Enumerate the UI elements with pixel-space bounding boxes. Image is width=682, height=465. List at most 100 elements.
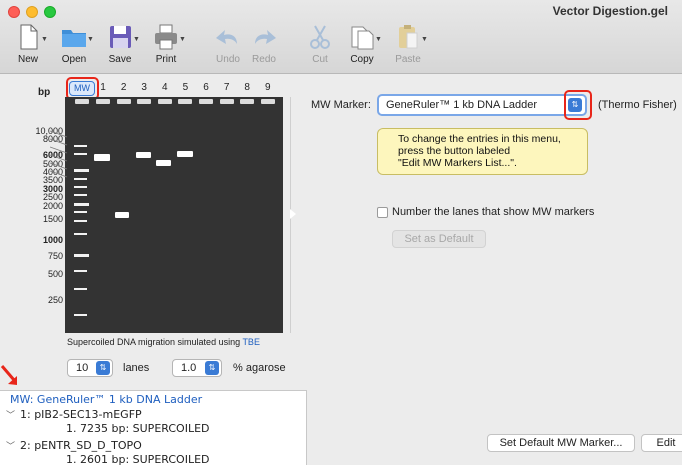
lane-number[interactable]: 8 <box>240 82 254 93</box>
list-item-detail: 1. 2601 bp: SUPERCOILED <box>66 453 210 465</box>
agarose-label: % agarose <box>233 362 286 374</box>
leader-line <box>50 146 68 154</box>
mw-list-entry[interactable]: MW: GeneRuler™ 1 kb DNA Ladder <box>10 393 202 406</box>
clipboard-icon <box>399 25 418 49</box>
gel-well <box>260 99 275 104</box>
floppy-disk-icon <box>110 26 131 48</box>
chevron-down-icon: ▼ <box>375 36 382 43</box>
open-button[interactable]: ▼ Open <box>51 22 97 68</box>
redo-label: Redo <box>252 54 276 65</box>
gel-well <box>116 99 131 104</box>
print-label: Print <box>155 54 177 65</box>
gel-well <box>137 99 152 104</box>
dna-band[interactable] <box>136 152 151 158</box>
ladder-band <box>74 186 87 188</box>
lane-number[interactable]: 7 <box>220 82 234 93</box>
cut-button[interactable]: Cut <box>297 22 343 68</box>
ladder-band <box>74 254 89 257</box>
chevron-down-icon[interactable]: ﹀ <box>6 439 20 452</box>
fragment-list[interactable]: MW: GeneRuler™ 1 kb DNA Ladder ﹀ 1: pIB2-… <box>0 390 307 465</box>
stepper-icon[interactable]: ⇅ <box>205 361 219 375</box>
gel-caption-text: Supercoiled DNA migration simulated usin… <box>67 337 243 347</box>
dna-band[interactable] <box>177 151 193 157</box>
minimize-window-button[interactable] <box>26 6 38 18</box>
copy-label: Copy <box>350 54 374 65</box>
chevron-down-icon: ▼ <box>41 36 48 43</box>
dna-band[interactable] <box>94 154 110 161</box>
gel-image <box>65 97 283 333</box>
number-lanes-label[interactable]: Number the lanes that show MW markers <box>392 206 594 218</box>
list-item[interactable]: ﹀ 1: pIB2-SEC13-mEGFP <box>6 408 142 421</box>
copy-button[interactable]: ▼ Copy <box>339 22 385 68</box>
lane-number[interactable]: 9 <box>261 82 275 93</box>
leader-line <box>50 154 68 162</box>
gel-well <box>219 99 234 104</box>
lane-number[interactable]: 3 <box>137 82 151 93</box>
ladder-band <box>74 211 87 213</box>
undo-icon <box>216 30 237 44</box>
lane-number[interactable]: 1 <box>96 82 110 93</box>
leader-line <box>50 130 68 138</box>
list-item-detail: 1. 7235 bp: SUPERCOILED <box>66 422 210 435</box>
gel-well <box>96 99 110 104</box>
print-button[interactable]: ▼ Print <box>143 22 189 68</box>
copy-icon <box>351 26 374 50</box>
mw-marker-label: MW Marker: <box>311 99 371 111</box>
gel-well <box>157 99 172 104</box>
size-leader-lines <box>50 130 68 178</box>
list-item[interactable]: ﹀ 2: pENTR_SD_D_TOPO <box>6 439 142 452</box>
close-window-button[interactable] <box>8 6 20 18</box>
lane-number[interactable]: 5 <box>178 82 192 93</box>
leader-line <box>50 170 68 178</box>
new-button[interactable]: ▼ New <box>5 22 51 68</box>
mw-marker-value: GeneRuler™ 1 kb DNA Ladder <box>386 99 538 111</box>
mw-marker-select[interactable]: GeneRuler™ 1 kb DNA Ladder ⇅ <box>377 94 587 116</box>
lanes-value: 10 <box>76 362 89 374</box>
lane-number[interactable]: 4 <box>158 82 172 93</box>
splitter-arrow-icon[interactable] <box>290 209 296 219</box>
lanes-label: lanes <box>123 362 150 374</box>
redo-button[interactable]: Redo <box>241 22 287 68</box>
edit-button[interactable]: Edit <box>641 434 682 452</box>
dna-band[interactable] <box>156 160 171 166</box>
chevron-down-icon[interactable]: ﹀ <box>6 408 20 421</box>
scissors-icon <box>310 25 330 49</box>
chevron-down-icon: ▼ <box>421 36 428 43</box>
tooltip-line: To change the entries in this menu, <box>398 133 561 145</box>
size-tick-label: 750 <box>47 251 63 261</box>
buffer-link[interactable]: TBE <box>242 337 260 347</box>
gel-well <box>199 99 213 104</box>
ladder-band <box>74 288 87 290</box>
agarose-field[interactable]: 1.0 ⇅ <box>172 359 222 377</box>
paste-button[interactable]: ▼ Paste <box>385 22 431 68</box>
app-window: Vector Digestion.gel ▼ New ▼ Open ▼ Save… <box>0 0 682 465</box>
number-lanes-checkbox[interactable] <box>377 207 388 218</box>
agarose-value: 1.0 <box>181 362 197 374</box>
lane-number[interactable]: 2 <box>117 82 131 93</box>
ladder-band <box>74 145 87 147</box>
ladder-band <box>74 203 89 206</box>
save-button[interactable]: ▼ Save <box>97 22 143 68</box>
set-default-mw-marker-button[interactable]: Set Default MW Marker... <box>487 434 635 452</box>
dna-band[interactable] <box>115 212 129 218</box>
marker-vendor: (Thermo Fisher) <box>598 99 677 111</box>
red-arrow-icon <box>0 365 17 385</box>
set-as-default-button[interactable]: Set as Default <box>392 230 486 248</box>
chevron-down-icon: ▼ <box>87 36 94 43</box>
stepper-icon[interactable]: ⇅ <box>96 361 110 375</box>
size-tick-label: 2000 <box>42 201 63 211</box>
lane-number[interactable]: 6 <box>199 82 213 93</box>
redo-icon <box>255 30 276 44</box>
window-title: Vector Digestion.gel <box>552 4 668 18</box>
chevron-down-icon: ▼ <box>133 36 140 43</box>
ladder-band <box>74 178 87 180</box>
tooltip-line: "Edit MW Markers List...". <box>398 157 517 169</box>
leader-line <box>50 138 68 146</box>
gel-well <box>75 99 89 104</box>
gel-well <box>240 99 255 104</box>
new-document-icon <box>20 24 38 50</box>
zoom-window-button[interactable] <box>44 6 56 18</box>
printer-icon <box>155 24 177 50</box>
list-item-title: 1: pIB2-SEC13-mEGFP <box>20 408 142 421</box>
lanes-field[interactable]: 10 ⇅ <box>67 359 113 377</box>
